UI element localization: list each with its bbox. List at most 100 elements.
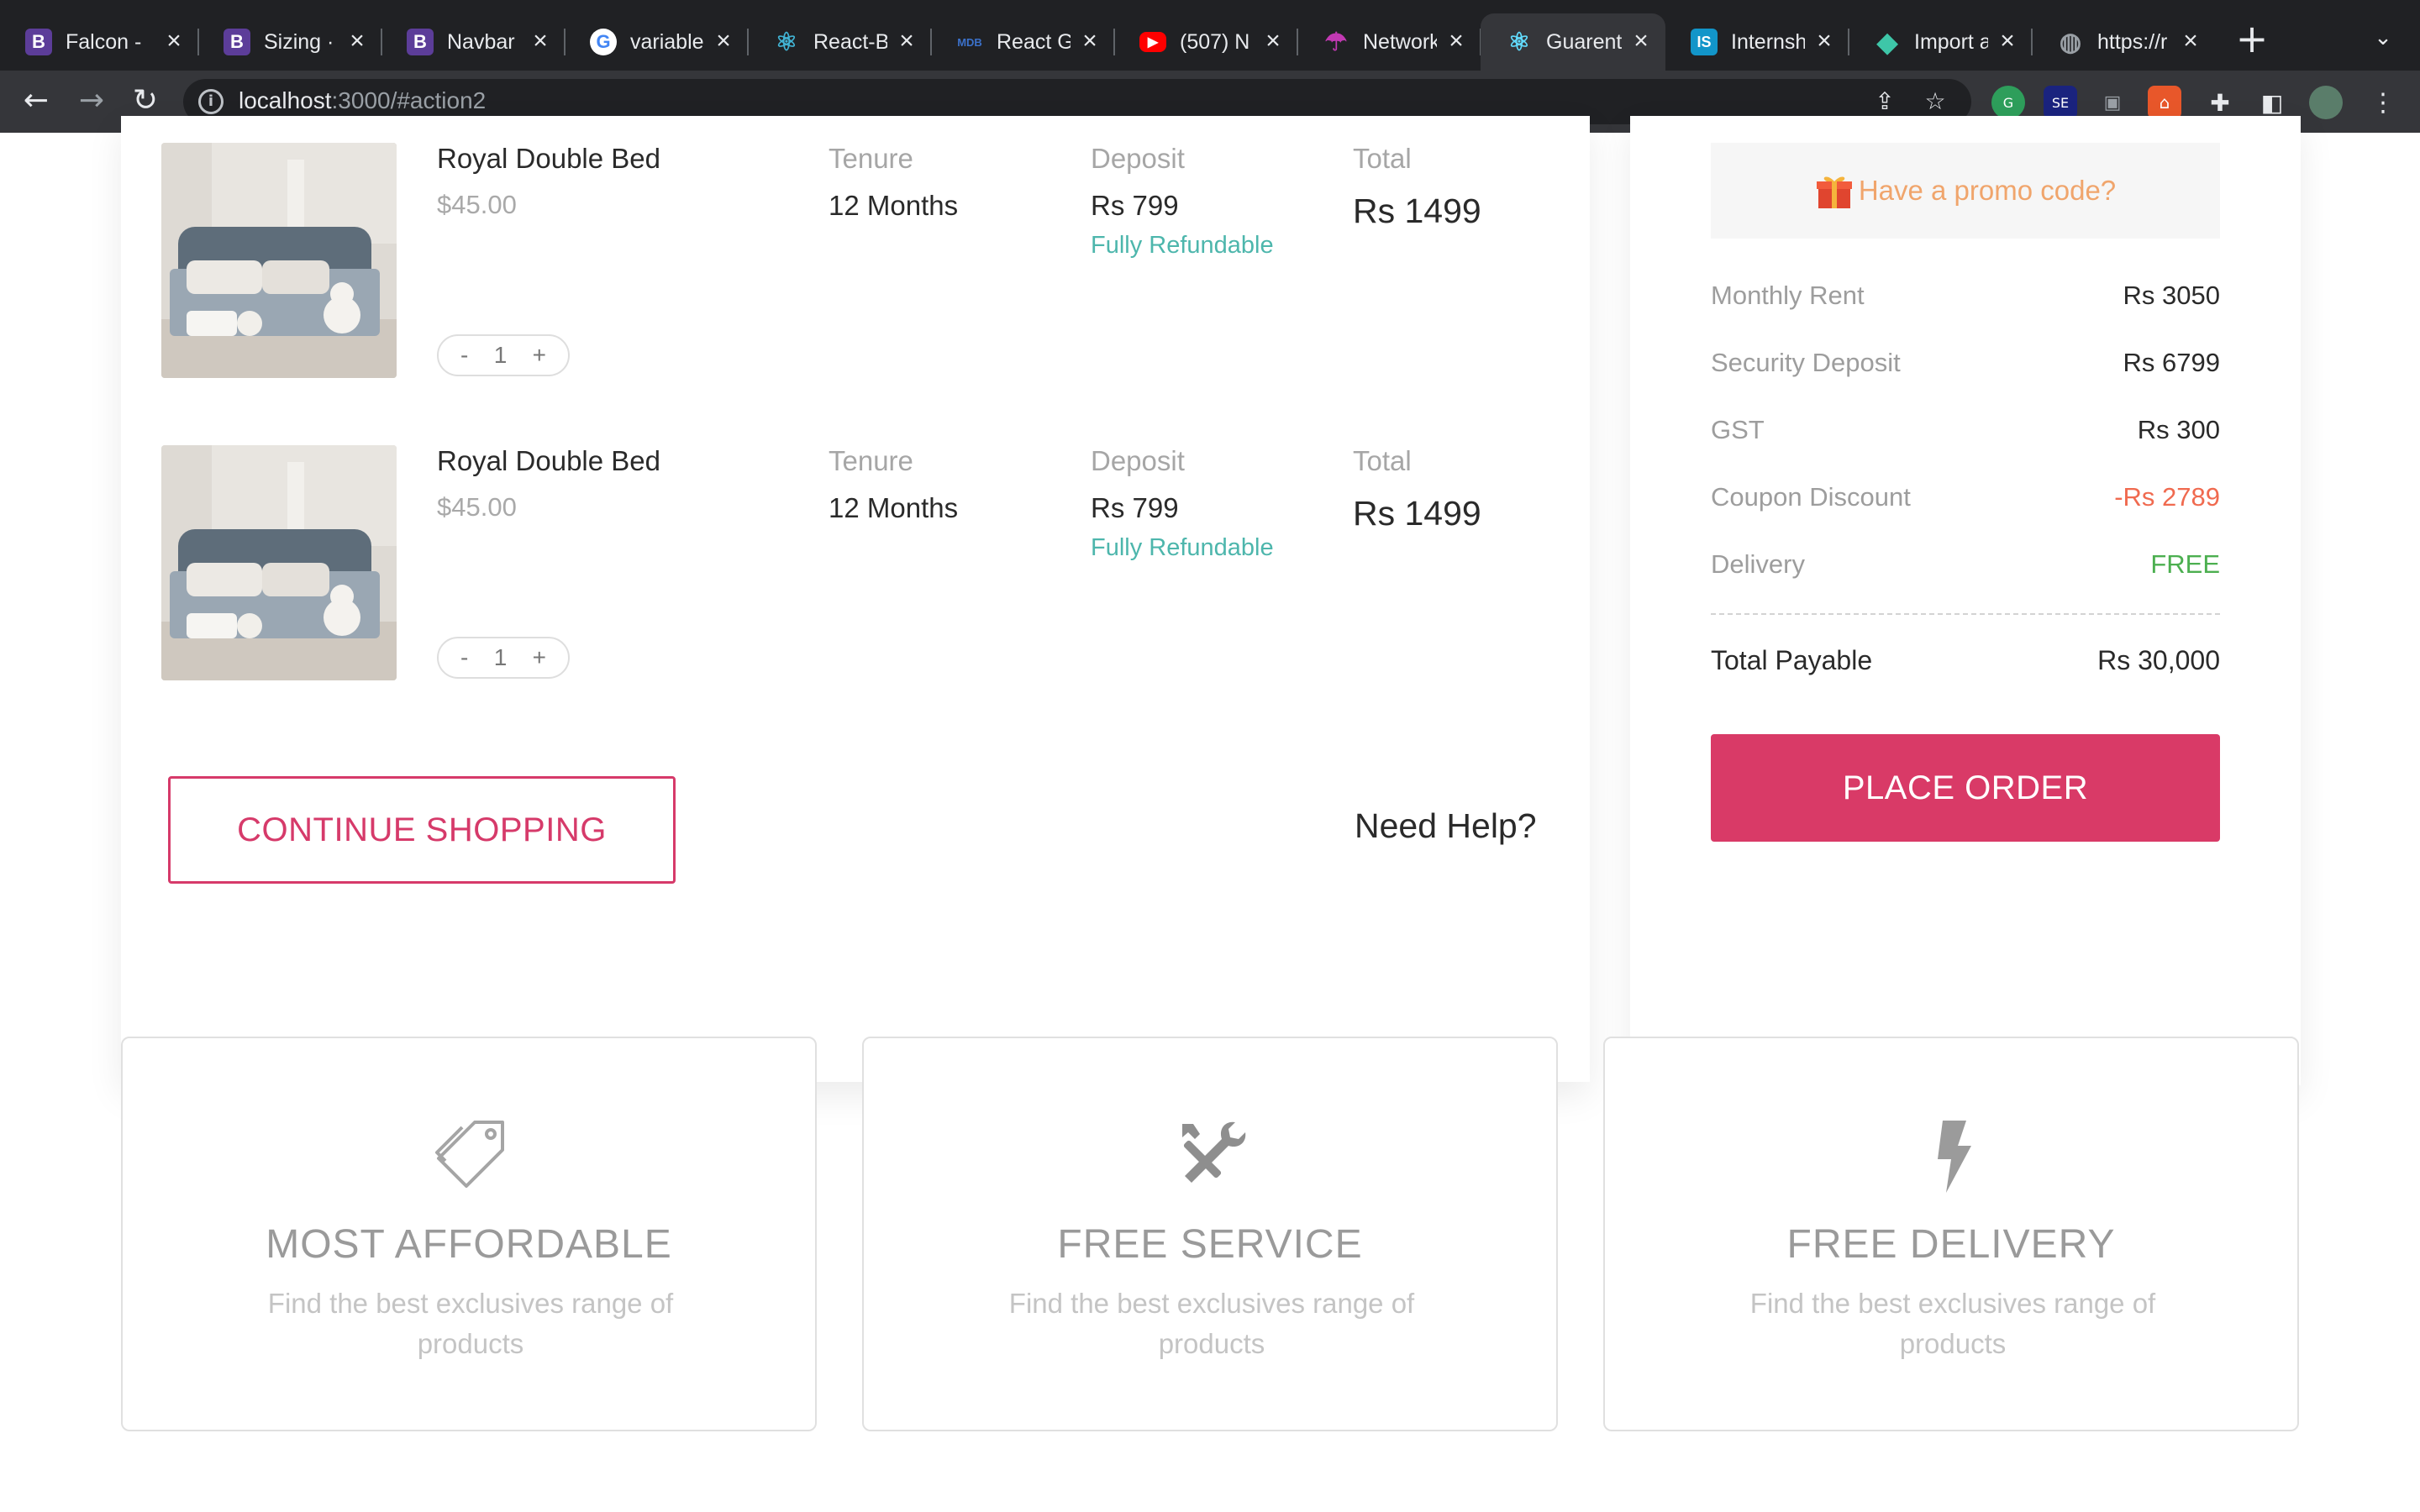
decrement-button[interactable]: - [460, 342, 468, 369]
close-tab-icon[interactable]: × [1260, 29, 1286, 55]
tab-navbar[interactable]: B Navbar × [381, 13, 566, 71]
gift-icon [1816, 176, 1852, 208]
tab-title: https://r [2097, 29, 2168, 54]
deposit-label: Deposit [1091, 445, 1185, 476]
close-tab-icon[interactable]: × [711, 29, 736, 55]
page-content: Royal Double Bed $45.00 Tenure 12 Months… [0, 116, 2420, 1512]
price-tag-icon [435, 1121, 504, 1188]
close-tab-icon[interactable]: × [1812, 29, 1837, 55]
cart-item: Royal Double Bed $45.00 Tenure 12 Months… [161, 143, 1556, 386]
total-value: Rs 1499 [1353, 192, 1481, 230]
total-label: Total [1353, 445, 1412, 476]
tab-network[interactable]: ☂ Network × [1297, 13, 1481, 71]
mdb-icon: MDB [957, 35, 982, 49]
feature-card-service: FREE SERVICE Find the best exclusives ra… [862, 1037, 1558, 1431]
tab-guarent-active[interactable]: ⚛ Guarent × [1481, 13, 1665, 71]
tab-title: (507) N [1180, 29, 1250, 54]
store-extension-icon[interactable]: ⌂ [2148, 86, 2181, 119]
tab-variable[interactable]: G variable × [565, 13, 749, 71]
summary-row-monthly-rent: Monthly Rent Rs 3050 [1711, 281, 2220, 311]
product-name[interactable]: Royal Double Bed [437, 143, 660, 175]
product-image[interactable] [161, 445, 397, 680]
increment-button[interactable]: + [533, 342, 546, 369]
close-tab-icon[interactable]: × [1995, 29, 2020, 55]
tab-react-bootstrap[interactable]: ⚛ React-B × [748, 13, 932, 71]
se-extension-icon[interactable]: SE [2044, 86, 2077, 119]
profile-avatar[interactable] [2309, 86, 2343, 119]
continue-shopping-button[interactable]: CONTINUE SHOPPING [168, 776, 676, 884]
summary-label: Delivery [1711, 549, 1805, 579]
close-tab-icon[interactable]: × [894, 29, 919, 55]
product-name[interactable]: Royal Double Bed [437, 445, 660, 477]
site-info-icon[interactable]: i [198, 89, 224, 114]
tab-sizing[interactable]: B Sizing · × [198, 13, 382, 71]
place-order-button[interactable]: PLACE ORDER [1711, 734, 2220, 842]
close-tab-icon[interactable]: × [1444, 29, 1469, 55]
tab-falcon[interactable]: B Falcon - × [0, 13, 199, 71]
feature-title: MOST AFFORDABLE [266, 1222, 672, 1267]
feature-card-delivery: FREE DELIVERY Find the best exclusives r… [1603, 1037, 2299, 1431]
close-tab-icon[interactable]: × [2178, 29, 2203, 55]
summary-row-delivery: Delivery FREE [1711, 549, 2220, 580]
quantity-value: 1 [493, 342, 508, 368]
total-value: Rs 1499 [1353, 494, 1481, 533]
url-host: localhost [239, 87, 332, 113]
close-tab-icon[interactable]: × [1077, 29, 1102, 55]
increment-button[interactable]: + [533, 644, 546, 671]
need-help-link[interactable]: Need Help? [1355, 806, 1537, 846]
promo-code-label: Have a promo code? [1858, 175, 2117, 206]
summary-divider [1711, 613, 2220, 615]
quantity-stepper: - 1 + [437, 334, 570, 376]
new-tab-button[interactable]: + [2233, 19, 2270, 59]
product-image[interactable] [161, 143, 397, 378]
tab-react-mdb[interactable]: MDB React G × [931, 13, 1115, 71]
side-panel-icon[interactable]: ◧ [2255, 86, 2289, 119]
browser-tab-strip: B Falcon - × B Sizing · × B Navbar × G v… [0, 0, 2420, 71]
deposit-value: Rs 799 [1091, 492, 1179, 523]
promo-code-button[interactable]: Have a promo code? [1711, 143, 2220, 239]
summary-value: Rs 3050 [2123, 281, 2220, 310]
url-path: :3000/#action2 [331, 87, 487, 113]
back-arrow-icon[interactable]: ← [17, 82, 55, 121]
tenure-value: 12 Months [829, 190, 959, 221]
tab-title: Falcon - [66, 29, 142, 54]
tab-title: variable [630, 29, 704, 54]
react-bootstrap-icon: ⚛ [775, 28, 798, 56]
tab-title: Navbar [447, 29, 515, 54]
bookmark-star-icon[interactable]: ☆ [1921, 87, 1949, 116]
shield-extension-icon[interactable]: ▣ [2096, 86, 2129, 119]
forward-arrow-icon[interactable]: → [72, 82, 111, 121]
tab-title: React G [997, 29, 1071, 54]
bootstrap-icon: B [407, 29, 434, 55]
feature-title: FREE DELIVERY [1786, 1222, 2116, 1267]
tab-https[interactable]: ◍ https://r × [2032, 13, 2215, 71]
tools-icon [1182, 1121, 1246, 1183]
tenure-label: Tenure [829, 143, 913, 174]
extensions-puzzle-icon[interactable]: ✚ [2203, 86, 2237, 119]
youtube-icon: ▶ [1139, 32, 1166, 52]
tab-import[interactable]: ◆ Import a × [1849, 13, 2033, 71]
summary-row-total-payable: Total Payable Rs 30,000 [1711, 645, 2220, 676]
summary-row-gst: GST Rs 300 [1711, 415, 2220, 445]
close-tab-icon[interactable]: × [345, 29, 370, 55]
total-payable-label: Total Payable [1711, 645, 1873, 675]
summary-value: Rs 6799 [2123, 348, 2220, 377]
tab-youtube[interactable]: ▶ (507) N × [1114, 13, 1298, 71]
google-icon: G [590, 29, 617, 55]
product-price: $45.00 [437, 492, 517, 522]
decrement-button[interactable]: - [460, 644, 468, 671]
close-tab-icon[interactable]: × [1628, 29, 1654, 55]
feature-card-affordable: MOST AFFORDABLE Find the best exclusives… [121, 1037, 817, 1431]
close-tab-icon[interactable]: × [528, 29, 553, 55]
total-payable-value: Rs 30,000 [2097, 645, 2220, 675]
feature-description: Find the best exclusives range of produc… [267, 1288, 674, 1359]
browser-menu-icon[interactable]: ⋮ [2366, 86, 2400, 119]
deposit-label: Deposit [1091, 143, 1185, 174]
close-tab-icon[interactable]: × [161, 29, 187, 55]
share-icon[interactable]: ⇪ [1870, 87, 1899, 116]
grammarly-extension-icon[interactable]: G [1991, 86, 2025, 119]
lightning-icon [1938, 1121, 1971, 1193]
tab-title: Import a [1914, 29, 1988, 54]
tab-search-chevron-icon[interactable]: ⌄ [2366, 25, 2400, 59]
tab-internshala[interactable]: IS Internsh × [1665, 13, 1849, 71]
